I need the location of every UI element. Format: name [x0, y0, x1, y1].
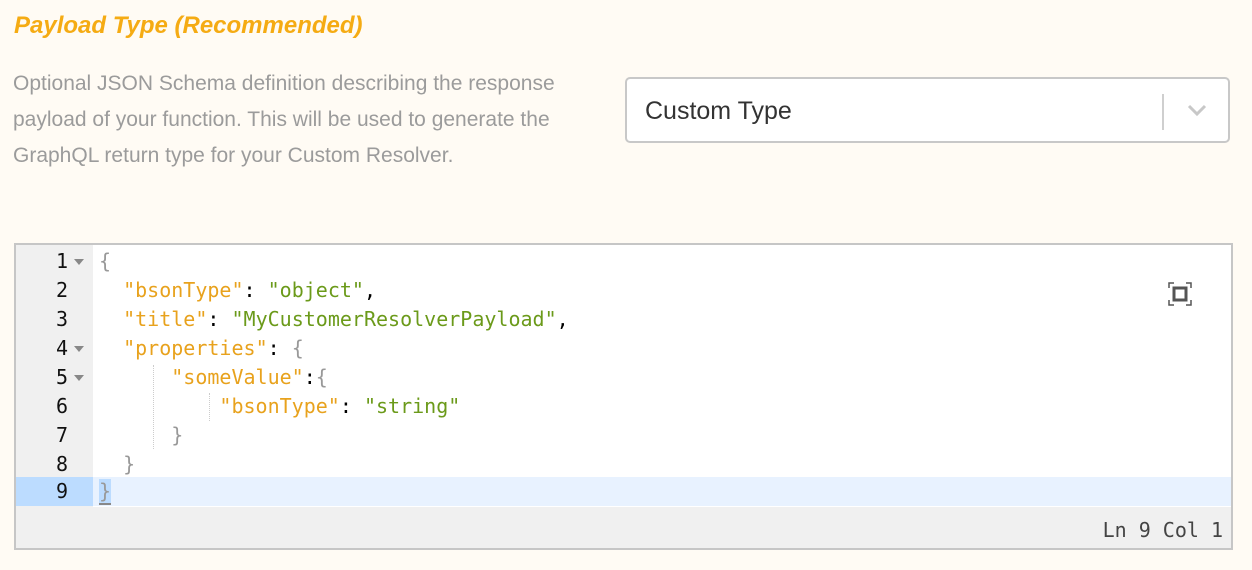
active-line-highlight	[93, 477, 1231, 506]
code-line: }	[99, 477, 112, 506]
code-line: {	[99, 247, 111, 276]
code-line: "bsonType": "object",	[123, 278, 376, 302]
token: }	[171, 423, 184, 447]
json-string: object	[279, 278, 352, 302]
line-number: 4	[55, 336, 68, 360]
fullscreen-icon[interactable]	[1167, 281, 1193, 307]
line-number: 5	[55, 365, 68, 389]
editor-status-bar: Ln 9 Col 1	[16, 507, 1231, 548]
fold-arrow-icon[interactable]	[74, 375, 84, 381]
code-line: }	[99, 450, 135, 479]
line-number: 7	[55, 423, 68, 447]
code-line: "properties": {	[123, 336, 304, 360]
editor-gutter: 1 2 3 4 5 6 7 8 9	[16, 245, 93, 507]
select-separator	[1162, 94, 1164, 130]
fold-arrow-icon[interactable]	[74, 346, 84, 352]
select-value: Custom Type	[645, 97, 792, 125]
fold-arrow-icon[interactable]	[74, 259, 84, 265]
token: {	[291, 336, 304, 360]
json-key: bsonType	[135, 278, 232, 302]
line-number: 6	[55, 394, 68, 418]
code-line: "bsonType": "string"	[219, 394, 461, 418]
section-title: Payload Type (Recommended)	[14, 12, 363, 39]
json-string: string	[375, 394, 449, 418]
code-area[interactable]: { "bsonType": "object", "title": "MyCust…	[93, 245, 1231, 507]
json-string: MyCustomerResolverPayload	[243, 307, 545, 331]
json-schema-editor[interactable]: 1 2 3 4 5 6 7 8 9 { "bsonType": "object"…	[14, 243, 1233, 550]
cursor-position: Ln 9 Col 1	[1102, 518, 1223, 542]
code-line: }	[99, 421, 183, 450]
code-line: "title": "MyCustomerResolverPayload",	[123, 307, 569, 331]
code-line: "someValue":{	[171, 365, 328, 389]
line-number-active: 9	[16, 477, 93, 506]
chevron-down-icon[interactable]	[1186, 101, 1208, 119]
payload-type-select[interactable]: Custom Type	[625, 77, 1230, 143]
json-key: title	[135, 307, 196, 331]
token: }	[123, 452, 136, 476]
json-key: properties	[135, 336, 256, 360]
section-description: Optional JSON Schema definition describi…	[13, 72, 555, 167]
line-number: 3	[55, 307, 68, 331]
line-number: 2	[55, 278, 68, 302]
token: {	[99, 249, 112, 273]
line-number: 1	[55, 249, 68, 273]
matched-bracket: }	[99, 479, 112, 505]
json-key: bsonType	[231, 394, 328, 418]
line-number: 8	[55, 452, 68, 476]
json-key: someValue	[183, 365, 292, 389]
token: {	[315, 365, 328, 389]
